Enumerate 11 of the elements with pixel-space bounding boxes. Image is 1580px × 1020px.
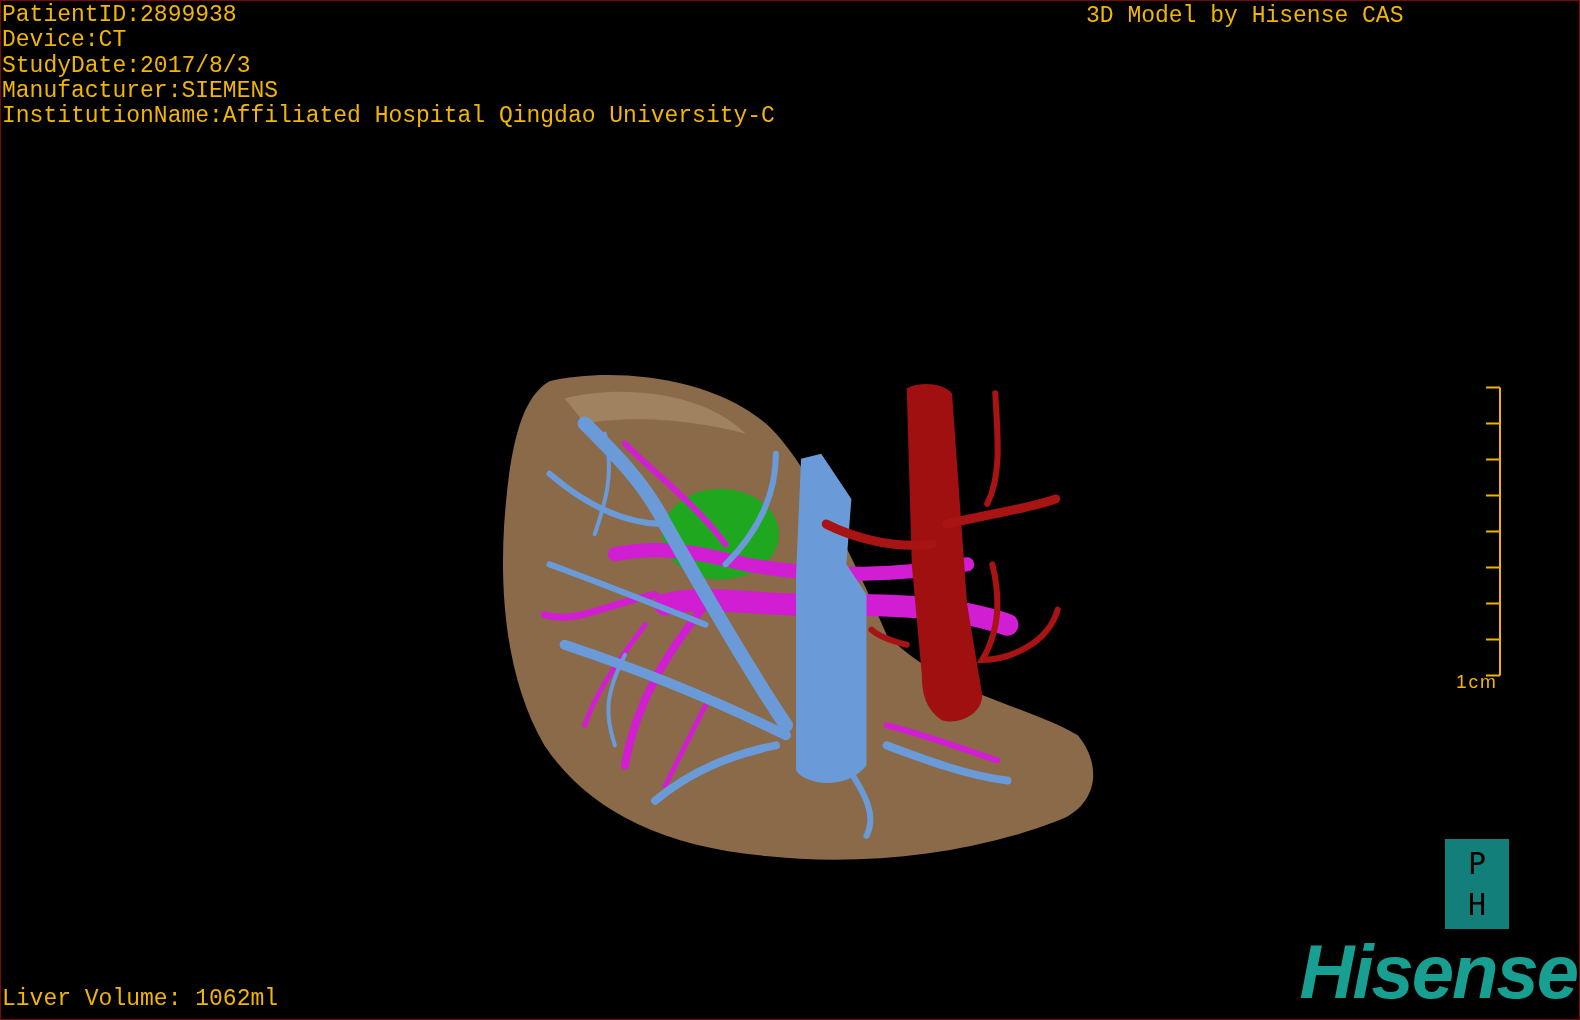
- scale-label: 1cm: [1456, 671, 1498, 693]
- logo-letter: P: [1467, 847, 1487, 880]
- study-info-line: PatientID:2899938: [2, 3, 238, 28]
- model-caption: 3D Model by Hisense CAS: [1086, 3, 1404, 29]
- study-info-line: Device:CT: [2, 28, 128, 54]
- study-info-line: Manufacturer:SIEMENS: [2, 78, 280, 104]
- study-info-line: StudyDate:2017/8/3: [2, 53, 252, 79]
- logo-letter: H: [1467, 888, 1487, 921]
- liver-volume: Liver Volume: 1062ml: [2, 985, 279, 1013]
- logo-wordmark: Hisense: [1299, 937, 1578, 1007]
- study-info-line: InstitutionName:Affiliated Hospital Qingdao University-C: [2, 104, 775, 130]
